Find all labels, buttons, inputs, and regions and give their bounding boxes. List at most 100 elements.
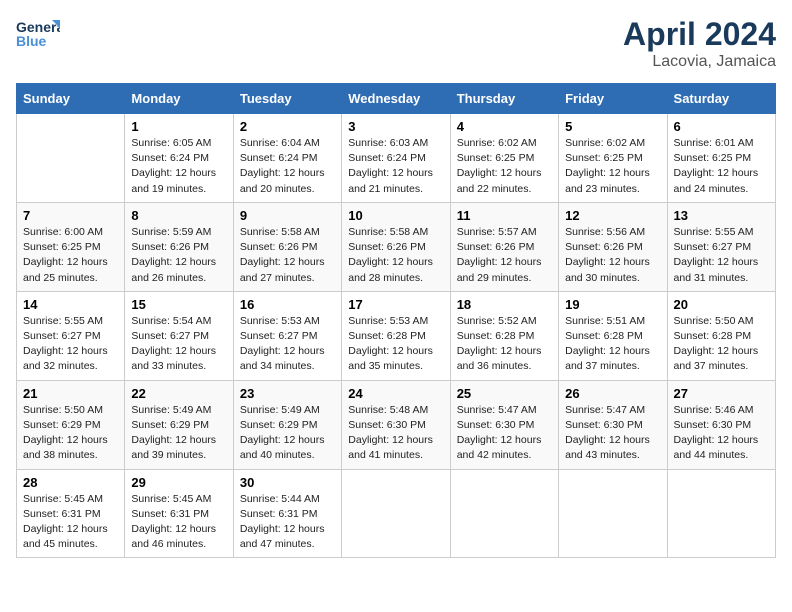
- calendar-cell: [17, 114, 125, 203]
- header-sunday: Sunday: [17, 84, 125, 114]
- calendar-cell: 2 Sunrise: 6:04 AMSunset: 6:24 PMDaylight…: [233, 114, 341, 203]
- calendar-cell: 5 Sunrise: 6:02 AMSunset: 6:25 PMDaylight…: [559, 114, 667, 203]
- day-number: 4: [457, 119, 552, 134]
- calendar-cell: 28 Sunrise: 5:45 AMSunset: 6:31 PMDayligh…: [17, 469, 125, 558]
- day-info: Sunrise: 5:48 AMSunset: 6:30 PMDaylight:…: [348, 403, 443, 464]
- calendar-cell: 14Sunrise: 5:55 AMSunset: 6:27 PMDayligh…: [17, 291, 125, 380]
- day-info: Sunrise: 5:50 AMSunset: 6:29 PMDaylight:…: [23, 403, 118, 464]
- day-info: Sunrise: 5:53 AMSunset: 6:27 PMDaylight:…: [240, 314, 335, 375]
- day-info: Sunrise: 6:05 AMSunset: 6:24 PMDaylight:…: [131, 136, 226, 197]
- day-info: Sunrise: 5:51 AMSunset: 6:28 PMDaylight:…: [565, 314, 660, 375]
- calendar-cell: 23 Sunrise: 5:49 AMSunset: 6:29 PMDayligh…: [233, 380, 341, 469]
- day-info: Sunrise: 5:55 AMSunset: 6:27 PMDaylight:…: [23, 314, 118, 375]
- calendar-cell: 24 Sunrise: 5:48 AMSunset: 6:30 PMDayligh…: [342, 380, 450, 469]
- day-number: 12: [565, 208, 660, 223]
- day-number: 2: [240, 119, 335, 134]
- calendar-cell: 6 Sunrise: 6:01 AMSunset: 6:25 PMDaylight…: [667, 114, 775, 203]
- header-wednesday: Wednesday: [342, 84, 450, 114]
- calendar-cell: 18 Sunrise: 5:52 AMSunset: 6:28 PMDayligh…: [450, 291, 558, 380]
- page-header: General Blue April 2024 Lacovia, Jamaica: [16, 16, 776, 71]
- day-number: 5: [565, 119, 660, 134]
- calendar-cell: 9Sunrise: 5:58 AMSunset: 6:26 PMDaylight…: [233, 202, 341, 291]
- day-info: Sunrise: 5:45 AMSunset: 6:31 PMDaylight:…: [131, 492, 226, 553]
- calendar-cell: 16Sunrise: 5:53 AMSunset: 6:27 PMDayligh…: [233, 291, 341, 380]
- calendar-cell: 21 Sunrise: 5:50 AMSunset: 6:29 PMDayligh…: [17, 380, 125, 469]
- calendar-cell: 25 Sunrise: 5:47 AMSunset: 6:30 PMDayligh…: [450, 380, 558, 469]
- day-info: Sunrise: 5:50 AMSunset: 6:28 PMDaylight:…: [674, 314, 769, 375]
- day-info: Sunrise: 5:47 AMSunset: 6:30 PMDaylight:…: [565, 403, 660, 464]
- day-info: Sunrise: 5:52 AMSunset: 6:28 PMDaylight:…: [457, 314, 552, 375]
- day-number: 18: [457, 297, 552, 312]
- day-number: 25: [457, 386, 552, 401]
- day-number: 28: [23, 475, 118, 490]
- day-number: 30: [240, 475, 335, 490]
- calendar-cell: 1 Sunrise: 6:05 AMSunset: 6:24 PMDaylight…: [125, 114, 233, 203]
- day-number: 10: [348, 208, 443, 223]
- header-monday: Monday: [125, 84, 233, 114]
- header-thursday: Thursday: [450, 84, 558, 114]
- day-number: 23: [240, 386, 335, 401]
- calendar-cell: 19 Sunrise: 5:51 AMSunset: 6:28 PMDayligh…: [559, 291, 667, 380]
- day-number: 21: [23, 386, 118, 401]
- day-number: 29: [131, 475, 226, 490]
- page-title: April 2024: [623, 16, 776, 53]
- calendar-cell: 26 Sunrise: 5:47 AMSunset: 6:30 PMDayligh…: [559, 380, 667, 469]
- calendar-cell: 7 Sunrise: 6:00 AMSunset: 6:25 PMDaylight…: [17, 202, 125, 291]
- calendar-cell: 15Sunrise: 5:54 AMSunset: 6:27 PMDayligh…: [125, 291, 233, 380]
- day-info: Sunrise: 5:55 AMSunset: 6:27 PMDaylight:…: [674, 225, 769, 286]
- day-info: Sunrise: 5:47 AMSunset: 6:30 PMDaylight:…: [457, 403, 552, 464]
- day-number: 3: [348, 119, 443, 134]
- day-number: 17: [348, 297, 443, 312]
- calendar-week-2: 14Sunrise: 5:55 AMSunset: 6:27 PMDayligh…: [17, 291, 776, 380]
- day-info: Sunrise: 5:44 AMSunset: 6:31 PMDaylight:…: [240, 492, 335, 553]
- day-number: 13: [674, 208, 769, 223]
- calendar-cell: [559, 469, 667, 558]
- page-subtitle: Lacovia, Jamaica: [623, 53, 776, 71]
- day-info: Sunrise: 5:45 AMSunset: 6:31 PMDaylight:…: [23, 492, 118, 553]
- svg-text:Blue: Blue: [16, 33, 47, 49]
- calendar-cell: 11 Sunrise: 5:57 AMSunset: 6:26 PMDayligh…: [450, 202, 558, 291]
- calendar-cell: 8 Sunrise: 5:59 AMSunset: 6:26 PMDaylight…: [125, 202, 233, 291]
- day-number: 27: [674, 386, 769, 401]
- calendar-week-1: 7 Sunrise: 6:00 AMSunset: 6:25 PMDaylight…: [17, 202, 776, 291]
- day-info: Sunrise: 5:57 AMSunset: 6:26 PMDaylight:…: [457, 225, 552, 286]
- calendar-table: Sunday Monday Tuesday Wednesday Thursday…: [16, 83, 776, 558]
- day-info: Sunrise: 5:58 AMSunset: 6:26 PMDaylight:…: [348, 225, 443, 286]
- calendar-cell: 27 Sunrise: 5:46 AMSunset: 6:30 PMDayligh…: [667, 380, 775, 469]
- day-number: 1: [131, 119, 226, 134]
- calendar-cell: 12 Sunrise: 5:56 AMSunset: 6:26 PMDayligh…: [559, 202, 667, 291]
- calendar-cell: 4Sunrise: 6:02 AMSunset: 6:25 PMDaylight…: [450, 114, 558, 203]
- day-info: Sunrise: 5:59 AMSunset: 6:26 PMDaylight:…: [131, 225, 226, 286]
- day-number: 11: [457, 208, 552, 223]
- calendar-cell: 13 Sunrise: 5:55 AMSunset: 6:27 PMDayligh…: [667, 202, 775, 291]
- day-info: Sunrise: 6:00 AMSunset: 6:25 PMDaylight:…: [23, 225, 118, 286]
- day-info: Sunrise: 5:49 AMSunset: 6:29 PMDaylight:…: [131, 403, 226, 464]
- day-number: 24: [348, 386, 443, 401]
- day-number: 6: [674, 119, 769, 134]
- day-info: Sunrise: 6:04 AMSunset: 6:24 PMDaylight:…: [240, 136, 335, 197]
- day-number: 22: [131, 386, 226, 401]
- calendar-cell: 17 Sunrise: 5:53 AMSunset: 6:28 PMDayligh…: [342, 291, 450, 380]
- header-saturday: Saturday: [667, 84, 775, 114]
- day-info: Sunrise: 6:01 AMSunset: 6:25 PMDaylight:…: [674, 136, 769, 197]
- day-number: 26: [565, 386, 660, 401]
- header-friday: Friday: [559, 84, 667, 114]
- day-number: 19: [565, 297, 660, 312]
- calendar-cell: 20 Sunrise: 5:50 AMSunset: 6:28 PMDayligh…: [667, 291, 775, 380]
- day-number: 7: [23, 208, 118, 223]
- header-tuesday: Tuesday: [233, 84, 341, 114]
- day-info: Sunrise: 5:49 AMSunset: 6:29 PMDaylight:…: [240, 403, 335, 464]
- calendar-cell: 22 Sunrise: 5:49 AMSunset: 6:29 PMDayligh…: [125, 380, 233, 469]
- day-info: Sunrise: 5:46 AMSunset: 6:30 PMDaylight:…: [674, 403, 769, 464]
- day-number: 9: [240, 208, 335, 223]
- calendar-cell: 10 Sunrise: 5:58 AMSunset: 6:26 PMDayligh…: [342, 202, 450, 291]
- calendar-week-0: 1 Sunrise: 6:05 AMSunset: 6:24 PMDaylight…: [17, 114, 776, 203]
- day-info: Sunrise: 5:54 AMSunset: 6:27 PMDaylight:…: [131, 314, 226, 375]
- logo: General Blue: [16, 16, 60, 54]
- calendar-header-row: Sunday Monday Tuesday Wednesday Thursday…: [17, 84, 776, 114]
- day-info: Sunrise: 6:02 AMSunset: 6:25 PMDaylight:…: [565, 136, 660, 197]
- day-info: Sunrise: 5:53 AMSunset: 6:28 PMDaylight:…: [348, 314, 443, 375]
- day-number: 8: [131, 208, 226, 223]
- day-number: 20: [674, 297, 769, 312]
- day-info: Sunrise: 5:56 AMSunset: 6:26 PMDaylight:…: [565, 225, 660, 286]
